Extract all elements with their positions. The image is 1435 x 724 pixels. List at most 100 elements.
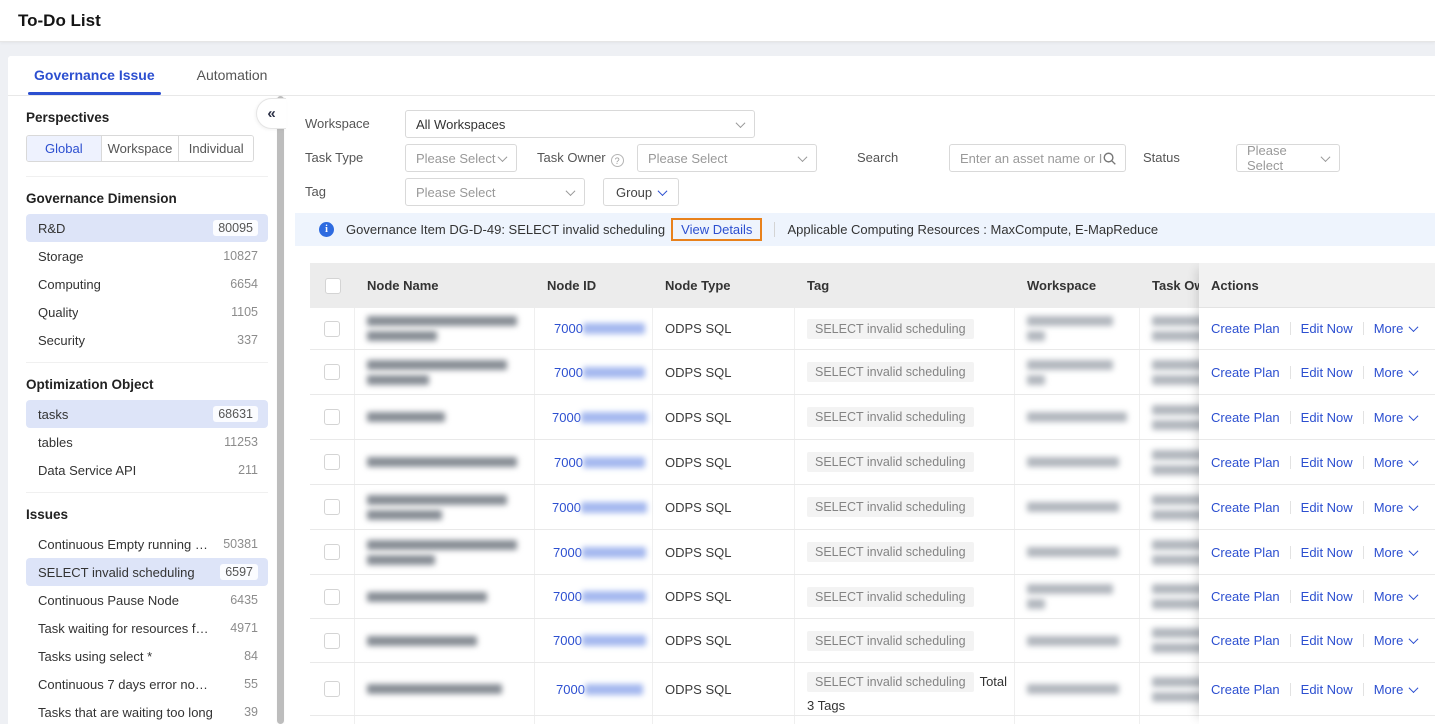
row-checkbox[interactable] (324, 544, 340, 560)
help-icon[interactable]: ? (611, 154, 624, 167)
action-edit-now-link[interactable]: Edit Now (1301, 589, 1353, 604)
action-more-link[interactable]: More (1374, 633, 1418, 648)
group-button-label: Group (616, 185, 652, 200)
action-separator (1363, 546, 1364, 559)
action-edit-now-link[interactable]: Edit Now (1301, 410, 1353, 425)
action-create-plan-link[interactable]: Create Plan (1211, 321, 1280, 336)
action-create-plan-link[interactable]: Create Plan (1211, 633, 1280, 648)
sidebar-item[interactable]: Computing6654 (26, 270, 268, 298)
row-checkbox[interactable] (324, 499, 340, 515)
action-edit-now-link[interactable]: Edit Now (1301, 455, 1353, 470)
select-all-checkbox[interactable] (325, 278, 341, 294)
sidebar-item-count: 68631 (213, 406, 258, 422)
content-card: Governance Issue Automation Perspectives… (8, 56, 1435, 724)
tag-chip: SELECT invalid scheduling (807, 362, 974, 382)
action-create-plan-link[interactable]: Create Plan (1211, 682, 1280, 697)
task-owner-select[interactable]: Please Select (637, 144, 817, 172)
action-more-link[interactable]: More (1374, 682, 1418, 697)
row-checkbox-cell (310, 308, 355, 349)
action-edit-now-link[interactable]: Edit Now (1301, 500, 1353, 515)
row-checkbox[interactable] (324, 321, 340, 337)
tab-governance-issue[interactable]: Governance Issue (34, 56, 155, 95)
empty-cell (795, 716, 1015, 724)
sidebar-item[interactable]: Tasks that are waiting too long39 (26, 698, 268, 724)
sidebar-item[interactable]: Task waiting for resources for to...4971 (26, 614, 268, 642)
sidebar-item-count: 39 (244, 705, 258, 719)
action-more-link[interactable]: More (1374, 410, 1418, 425)
action-create-plan-link[interactable]: Create Plan (1211, 455, 1280, 470)
row-checkbox[interactable] (324, 633, 340, 649)
search-input[interactable] (960, 151, 1102, 166)
node-id-link[interactable]: 7000 (554, 321, 583, 336)
sidebar-item[interactable]: tables11253 (26, 428, 268, 456)
sidebar-item[interactable]: R&D80095 (26, 214, 268, 242)
sidebar-item[interactable]: Continuous 7 days error nodes55 (26, 670, 268, 698)
perspective-option-global[interactable]: Global (27, 136, 102, 161)
row-checkbox-cell (310, 716, 355, 724)
action-edit-now-link[interactable]: Edit Now (1301, 365, 1353, 380)
node-id-link[interactable]: 7000 (556, 682, 585, 697)
row-checkbox[interactable] (324, 589, 340, 605)
tag-select[interactable]: Please Select (405, 178, 585, 206)
node-id-link[interactable]: 7000 (553, 589, 582, 604)
redacted-text (583, 367, 645, 378)
search-icon[interactable] (1102, 151, 1117, 166)
tag-chip: SELECT invalid scheduling (807, 542, 974, 562)
node-id-link[interactable]: 7000 (552, 500, 581, 515)
chevron-down-icon (658, 186, 668, 196)
row-checkbox[interactable] (324, 681, 340, 697)
task-type-select[interactable]: Please Select (405, 144, 517, 172)
row-checkbox[interactable] (324, 409, 340, 425)
node-id-link[interactable]: 7000 (553, 633, 582, 648)
column-header-node-id: Node ID (535, 263, 653, 308)
action-edit-now-link[interactable]: Edit Now (1301, 682, 1353, 697)
redacted-text (583, 323, 645, 334)
perspective-option-individual[interactable]: Individual (179, 136, 253, 161)
row-checkbox[interactable] (324, 364, 340, 380)
view-details-link[interactable]: View Details (681, 222, 752, 237)
row-checkbox[interactable] (324, 454, 340, 470)
sidebar-item[interactable]: tasks68631 (26, 400, 268, 428)
node-id-cell: 7000 (535, 530, 653, 574)
action-more-link[interactable]: More (1374, 589, 1418, 604)
scrollbar-thumb[interactable] (277, 96, 284, 724)
action-create-plan-link[interactable]: Create Plan (1211, 500, 1280, 515)
action-separator (1363, 634, 1364, 647)
sidebar-item[interactable]: Continuous Empty running nod...50381 (26, 530, 268, 558)
action-create-plan-link[interactable]: Create Plan (1211, 545, 1280, 560)
action-edit-now-link[interactable]: Edit Now (1301, 321, 1353, 336)
action-edit-now-link[interactable]: Edit Now (1301, 633, 1353, 648)
node-id-link[interactable]: 7000 (552, 410, 581, 425)
perspective-option-workspace[interactable]: Workspace (102, 136, 180, 161)
status-select[interactable]: Please Select (1236, 144, 1340, 172)
page-title: To-Do List (18, 11, 101, 31)
task-owner-select-value: Please Select (648, 151, 728, 166)
sidebar-item[interactable]: Storage10827 (26, 242, 268, 270)
action-edit-now-link[interactable]: Edit Now (1301, 545, 1353, 560)
group-button[interactable]: Group (603, 178, 679, 206)
sidebar-item-count: 6597 (220, 564, 258, 580)
sidebar-item[interactable]: Data Service API211 (26, 456, 268, 484)
action-more-link[interactable]: More (1374, 545, 1418, 560)
sidebar-item[interactable]: Security337 (26, 326, 268, 354)
action-create-plan-link[interactable]: Create Plan (1211, 365, 1280, 380)
action-more-link[interactable]: More (1374, 500, 1418, 515)
sidebar-item[interactable]: SELECT invalid scheduling6597 (26, 558, 268, 586)
sidebar-item[interactable]: Quality1105 (26, 298, 268, 326)
workspace-select[interactable]: All Workspaces (405, 110, 755, 138)
node-id-link[interactable]: 7000 (554, 455, 583, 470)
sidebar-scrollbar[interactable] (276, 96, 285, 724)
sidebar-collapse-button[interactable]: « (256, 98, 286, 129)
action-more-link[interactable]: More (1374, 321, 1418, 336)
redacted-text (1027, 599, 1045, 609)
tab-automation[interactable]: Automation (197, 56, 268, 95)
action-more-link[interactable]: More (1374, 455, 1418, 470)
node-id-link[interactable]: 7000 (554, 365, 583, 380)
tag-cell: SELECT invalid scheduling (795, 575, 1015, 618)
action-create-plan-link[interactable]: Create Plan (1211, 410, 1280, 425)
sidebar-item[interactable]: Continuous Pause Node6435 (26, 586, 268, 614)
action-create-plan-link[interactable]: Create Plan (1211, 589, 1280, 604)
node-id-link[interactable]: 7000 (553, 545, 582, 560)
action-more-link[interactable]: More (1374, 365, 1418, 380)
sidebar-item[interactable]: Tasks using select *84 (26, 642, 268, 670)
